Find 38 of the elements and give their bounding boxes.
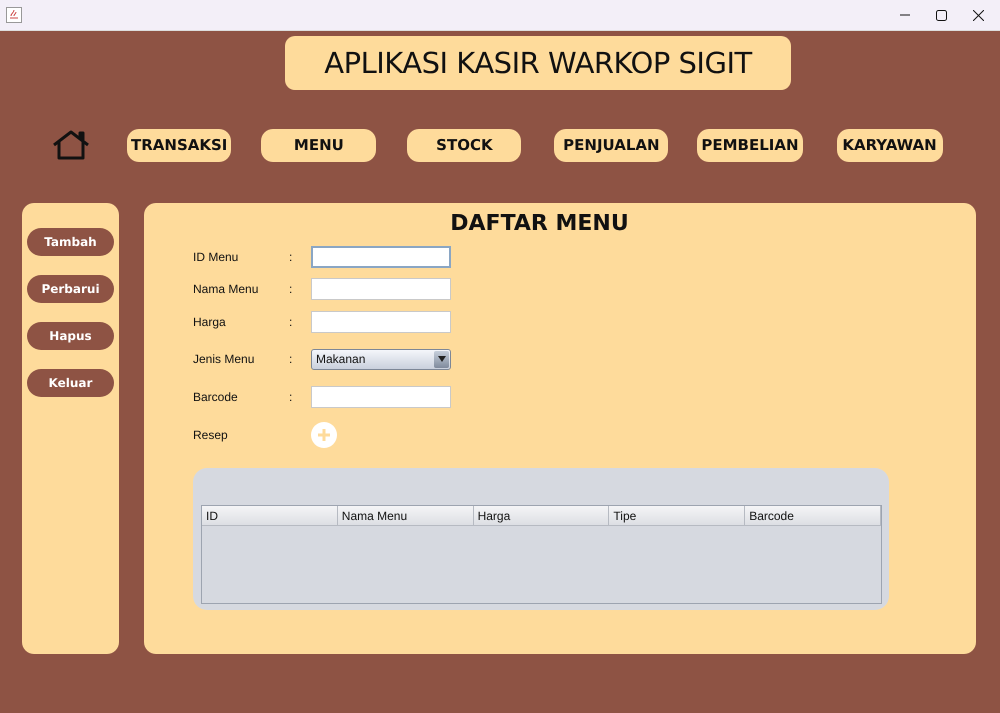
field-label: Barcode [193, 390, 239, 404]
maximize-icon[interactable] [936, 10, 947, 20]
nav-button[interactable]: TRANSAKSI [127, 128, 232, 162]
colon: : [289, 282, 294, 296]
text-field[interactable] [311, 278, 451, 300]
home-icon[interactable] [52, 130, 90, 160]
sidebar-button[interactable]: Keluar [27, 369, 114, 397]
column-header[interactable]: ID [202, 506, 338, 526]
text-field[interactable] [311, 386, 451, 408]
sidebar-button[interactable]: Tambah [27, 228, 114, 256]
field-label: Jenis Menu [193, 352, 256, 366]
field-label: ID Menu [193, 250, 240, 264]
column-header[interactable]: Harga [474, 506, 610, 526]
column-header[interactable]: Tipe [609, 506, 746, 526]
column-header[interactable]: Nama Menu [338, 506, 474, 526]
panel-title: DAFTAR MENU [450, 211, 629, 236]
colon: : [289, 390, 294, 404]
app-title: APLIKASI KASIR WARKOP SIGIT [285, 36, 791, 90]
nav-button[interactable]: STOCK [407, 128, 522, 162]
dropdown[interactable]: Makanan [311, 348, 451, 370]
field-label: Harga [193, 314, 227, 328]
field-label: Resep [193, 428, 229, 442]
close-icon[interactable] [973, 10, 984, 20]
nav-button[interactable]: PENJUALAN [554, 128, 668, 162]
colon: : [289, 314, 294, 328]
text-field[interactable] [311, 310, 451, 332]
text-field[interactable] [311, 246, 451, 268]
column-header[interactable]: Barcode [745, 506, 881, 526]
sidebar-button[interactable]: Perbarui [27, 275, 114, 303]
nav-button[interactable]: PEMBELIAN [697, 128, 803, 162]
nav-button[interactable]: KARYAWAN [836, 128, 943, 162]
app-icon [6, 7, 22, 23]
add-icon[interactable] [311, 422, 337, 448]
colon: : [289, 250, 294, 264]
nav-button[interactable]: MENU [261, 128, 376, 162]
colon: : [289, 352, 294, 366]
field-label: Nama Menu [193, 282, 260, 296]
sidebar-button[interactable]: Hapus [27, 322, 114, 350]
